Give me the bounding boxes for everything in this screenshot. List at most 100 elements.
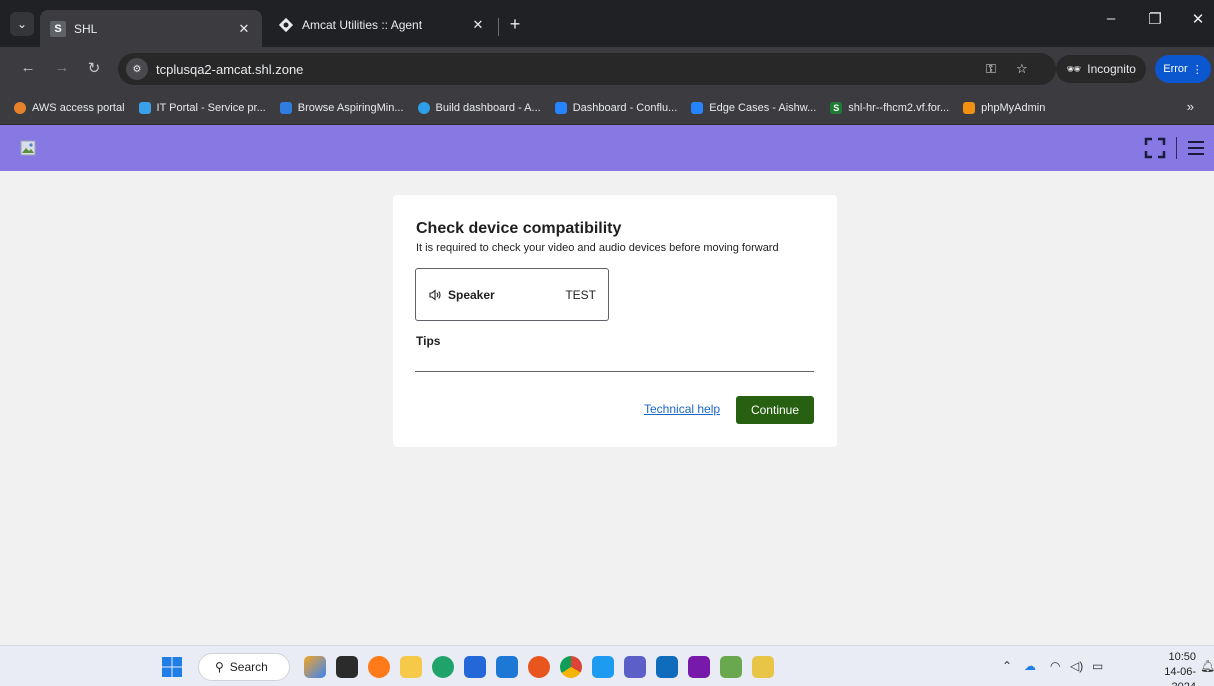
confluence-icon bbox=[554, 101, 567, 114]
incognito-icon: 🕶 bbox=[1066, 62, 1082, 76]
minimize-icon[interactable]: – bbox=[1096, 10, 1126, 27]
search-icon: ⚲ bbox=[215, 660, 224, 674]
image-viewer-icon[interactable] bbox=[720, 656, 742, 678]
tab-search-button[interactable]: ⌄ bbox=[10, 12, 34, 36]
it-portal-icon bbox=[138, 101, 151, 114]
close-window-icon[interactable]: ✕ bbox=[1183, 10, 1213, 28]
new-tab-icon[interactable]: + bbox=[504, 14, 526, 35]
edge-icon[interactable] bbox=[432, 656, 454, 678]
teams-icon[interactable] bbox=[624, 656, 646, 678]
tips-heading: Tips bbox=[416, 334, 441, 348]
tab-title: Amcat Utilities :: Agent bbox=[302, 18, 423, 32]
tips-divider bbox=[415, 371, 814, 372]
reload-icon[interactable]: ↻ bbox=[84, 59, 104, 77]
tab-amcat-utilities[interactable]: Amcat Utilities :: Agent ✕ bbox=[268, 10, 496, 40]
outlook-icon[interactable] bbox=[496, 656, 518, 678]
bookmark-build-dashboard[interactable]: Build dashboard - A... bbox=[417, 101, 541, 114]
aws-icon bbox=[14, 101, 26, 114]
phpmyadmin-icon bbox=[963, 101, 976, 114]
onenote-icon[interactable] bbox=[688, 656, 710, 678]
app-arrow-icon[interactable] bbox=[592, 656, 614, 678]
bookmark-label: Edge Cases - Aishw... bbox=[709, 101, 817, 114]
device-check-card: Check device compatibility It is require… bbox=[393, 195, 837, 447]
speaker-icon bbox=[429, 288, 441, 301]
chrome-icon[interactable] bbox=[560, 656, 582, 678]
fullscreen-icon[interactable] bbox=[1144, 137, 1166, 159]
address-bar[interactable]: ⚙ tcplusqa2-amcat.shl.zone ⚿ ☆ bbox=[118, 53, 1056, 85]
error-label: Error bbox=[1163, 63, 1188, 75]
forward-icon[interactable]: → bbox=[52, 59, 72, 76]
bookmark-label: Build dashboard - A... bbox=[435, 101, 541, 114]
people-icon[interactable] bbox=[656, 656, 678, 678]
bookmark-label: phpMyAdmin bbox=[981, 101, 1046, 114]
clock-date: 14-06-2024 bbox=[1164, 666, 1196, 686]
notepad-icon[interactable] bbox=[752, 656, 774, 678]
shl-favicon-icon: S bbox=[50, 20, 66, 37]
bookmark-it-portal[interactable]: IT Portal - Service pr... bbox=[138, 101, 266, 114]
tab-shl[interactable]: S SHL ✕ bbox=[40, 10, 262, 47]
bookmark-aws[interactable]: AWS access portal bbox=[14, 101, 125, 114]
tab-divider bbox=[498, 18, 499, 36]
tab-title: SHL bbox=[74, 21, 98, 36]
windows-start-icon[interactable] bbox=[162, 657, 182, 677]
bookmark-label: shl-hr--fhcm2.vf.for... bbox=[848, 101, 950, 114]
confluence-icon bbox=[691, 101, 704, 114]
bookmark-edge-cases[interactable]: Edge Cases - Aishw... bbox=[691, 101, 817, 114]
amcat-favicon-icon bbox=[278, 17, 294, 33]
error-button[interactable]: Error ⋮ bbox=[1155, 55, 1211, 83]
bookmark-aspiringminds[interactable]: Browse AspiringMin... bbox=[279, 101, 404, 114]
bookmark-label: AWS access portal bbox=[32, 101, 125, 114]
speaker-test-tile[interactable]: Speaker TEST bbox=[415, 268, 609, 321]
widgets-icon[interactable] bbox=[304, 656, 326, 678]
incognito-indicator[interactable]: 🕶 Incognito bbox=[1056, 55, 1146, 83]
bookmark-shl-hr[interactable]: Sshl-hr--fhcm2.vf.for... bbox=[830, 101, 950, 114]
browser-toolbar: ← → ↻ ⚙ tcplusqa2-amcat.shl.zone ⚿ ☆ 🕶 I… bbox=[0, 47, 1214, 91]
bookmarks-overflow-icon[interactable]: » bbox=[1187, 99, 1194, 114]
volume-icon[interactable]: ◁) bbox=[1070, 659, 1083, 673]
app-header bbox=[0, 125, 1214, 171]
aspiringminds-icon bbox=[279, 101, 292, 114]
taskbar-search[interactable]: ⚲ Search bbox=[198, 653, 290, 681]
password-key-icon[interactable]: ⚿ bbox=[986, 61, 996, 77]
search-label: Search bbox=[229, 660, 268, 674]
clock-time: 10:50 bbox=[1168, 651, 1196, 663]
header-divider bbox=[1176, 137, 1177, 159]
site-info-icon[interactable]: ⚙ bbox=[126, 58, 148, 80]
bookmark-label: IT Portal - Service pr... bbox=[156, 101, 266, 114]
firefox-private-icon[interactable] bbox=[528, 656, 550, 678]
tray-overflow-icon[interactable]: ⌃ bbox=[1002, 659, 1012, 673]
page-title: Check device compatibility bbox=[416, 220, 622, 237]
close-tab-icon[interactable]: ✕ bbox=[470, 17, 486, 33]
bookmark-confluence-dashboard[interactable]: Dashboard - Conflu... bbox=[554, 101, 677, 114]
onedrive-icon[interactable]: ☁ bbox=[1024, 659, 1036, 673]
bookmarks-bar: AWS access portal IT Portal - Service pr… bbox=[0, 91, 1214, 125]
system-clock[interactable]: 10:50 14-06-2024 bbox=[1150, 650, 1196, 686]
task-view-icon[interactable] bbox=[336, 656, 358, 678]
build-dashboard-icon bbox=[417, 101, 430, 114]
bookmark-label: Browse AspiringMin... bbox=[297, 101, 404, 114]
browser-tab-strip: ⌄ S SHL ✕ Amcat Utilities :: Agent ✕ + –… bbox=[0, 0, 1214, 47]
notifications-bell-icon[interactable]: 🔔︎ bbox=[1200, 659, 1214, 673]
bookmark-star-icon[interactable]: ☆ bbox=[1016, 61, 1028, 77]
url-text[interactable]: tcplusqa2-amcat.shl.zone bbox=[156, 62, 303, 77]
speaker-test-button[interactable]: TEST bbox=[565, 288, 596, 302]
firefox-icon[interactable] bbox=[368, 656, 390, 678]
incognito-label: Incognito bbox=[1087, 62, 1136, 76]
technical-help-link[interactable]: Technical help bbox=[644, 402, 720, 416]
close-tab-icon[interactable]: ✕ bbox=[236, 21, 252, 37]
main-content: Check device compatibility It is require… bbox=[0, 171, 1214, 645]
file-explorer-icon[interactable] bbox=[400, 656, 422, 678]
continue-button[interactable]: Continue bbox=[736, 396, 814, 424]
windows-taskbar: ⚲ Search ⌃ ☁ ◠ ◁) ▭ 10:50 14-06-2024 🔔︎ bbox=[0, 645, 1214, 686]
kebab-menu-icon: ⋮ bbox=[1191, 63, 1203, 76]
battery-icon[interactable]: ▭ bbox=[1092, 659, 1103, 673]
page-subtitle: It is required to check your video and a… bbox=[416, 242, 779, 254]
hamburger-menu-icon[interactable] bbox=[1186, 138, 1206, 158]
back-icon[interactable]: ← bbox=[18, 59, 38, 76]
broken-logo-image-icon bbox=[20, 140, 36, 156]
wifi-icon[interactable]: ◠ bbox=[1050, 659, 1060, 673]
store-icon[interactable] bbox=[464, 656, 486, 678]
speaker-label: Speaker bbox=[448, 287, 495, 302]
bookmark-phpmyadmin[interactable]: phpMyAdmin bbox=[963, 101, 1046, 114]
restore-icon[interactable]: ❐ bbox=[1140, 10, 1170, 28]
